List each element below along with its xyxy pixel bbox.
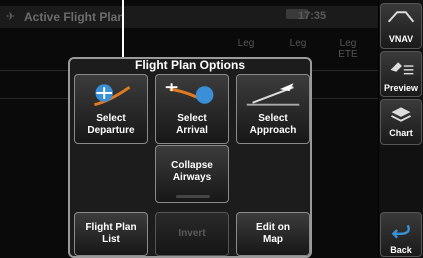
select-approach-label: Select Approach xyxy=(249,113,297,136)
approach-icon xyxy=(246,83,300,106)
back-arrow-icon xyxy=(391,224,410,239)
clock: 17:35 xyxy=(298,10,327,22)
flight-display-screen: ✈ Active Flight Plan 17:35 Leg Leg Leg ET… xyxy=(0,0,423,258)
invert-button[interactable]: Invert xyxy=(155,212,229,256)
select-arrival-button[interactable]: Select Arrival xyxy=(155,74,229,144)
vnav-label: VNAV xyxy=(388,34,414,44)
invert-label: Invert xyxy=(178,228,206,239)
select-approach-button[interactable]: Select Approach xyxy=(236,74,310,144)
toggle-indicator xyxy=(176,195,210,198)
collapse-airways-button[interactable]: Collapse Airways xyxy=(155,145,229,203)
edit-on-map-button[interactable]: Edit on Map xyxy=(236,212,310,256)
column-header-leg-1: Leg xyxy=(237,38,255,49)
preview-button[interactable]: Preview xyxy=(380,51,422,97)
preview-label: Preview xyxy=(383,83,419,93)
chart-label: Chart xyxy=(389,128,413,138)
collapse-airways-label: Collapse Airways xyxy=(171,160,213,183)
back-button[interactable]: Back xyxy=(380,212,422,257)
flight-plan-icon: ✈ xyxy=(6,11,16,23)
chart-button[interactable]: Chart xyxy=(380,99,422,145)
select-departure-label: Select Departure xyxy=(87,113,135,136)
flight-plan-list-label: Flight Plan List xyxy=(85,222,137,245)
back-label: Back xyxy=(390,245,412,255)
flight-plan-list-button[interactable]: Flight Plan List xyxy=(74,212,148,256)
arrival-icon xyxy=(165,83,214,104)
departure-icon xyxy=(94,84,131,107)
column-header-leg-2: Leg xyxy=(289,38,307,49)
edit-on-map-label: Edit on Map xyxy=(256,222,290,245)
preview-icon xyxy=(390,62,414,75)
page-title: Active Flight Plan xyxy=(24,10,125,24)
dialog-title: Flight Plan Options xyxy=(135,58,245,72)
select-departure-button[interactable]: Select Departure xyxy=(74,74,148,144)
vnav-icon xyxy=(387,11,415,23)
select-arrival-label: Select Arrival xyxy=(176,113,208,136)
column-header-leg-ete: Leg ETE xyxy=(338,38,358,60)
vnav-button[interactable]: VNAV xyxy=(380,3,422,49)
chart-icon xyxy=(391,107,411,122)
